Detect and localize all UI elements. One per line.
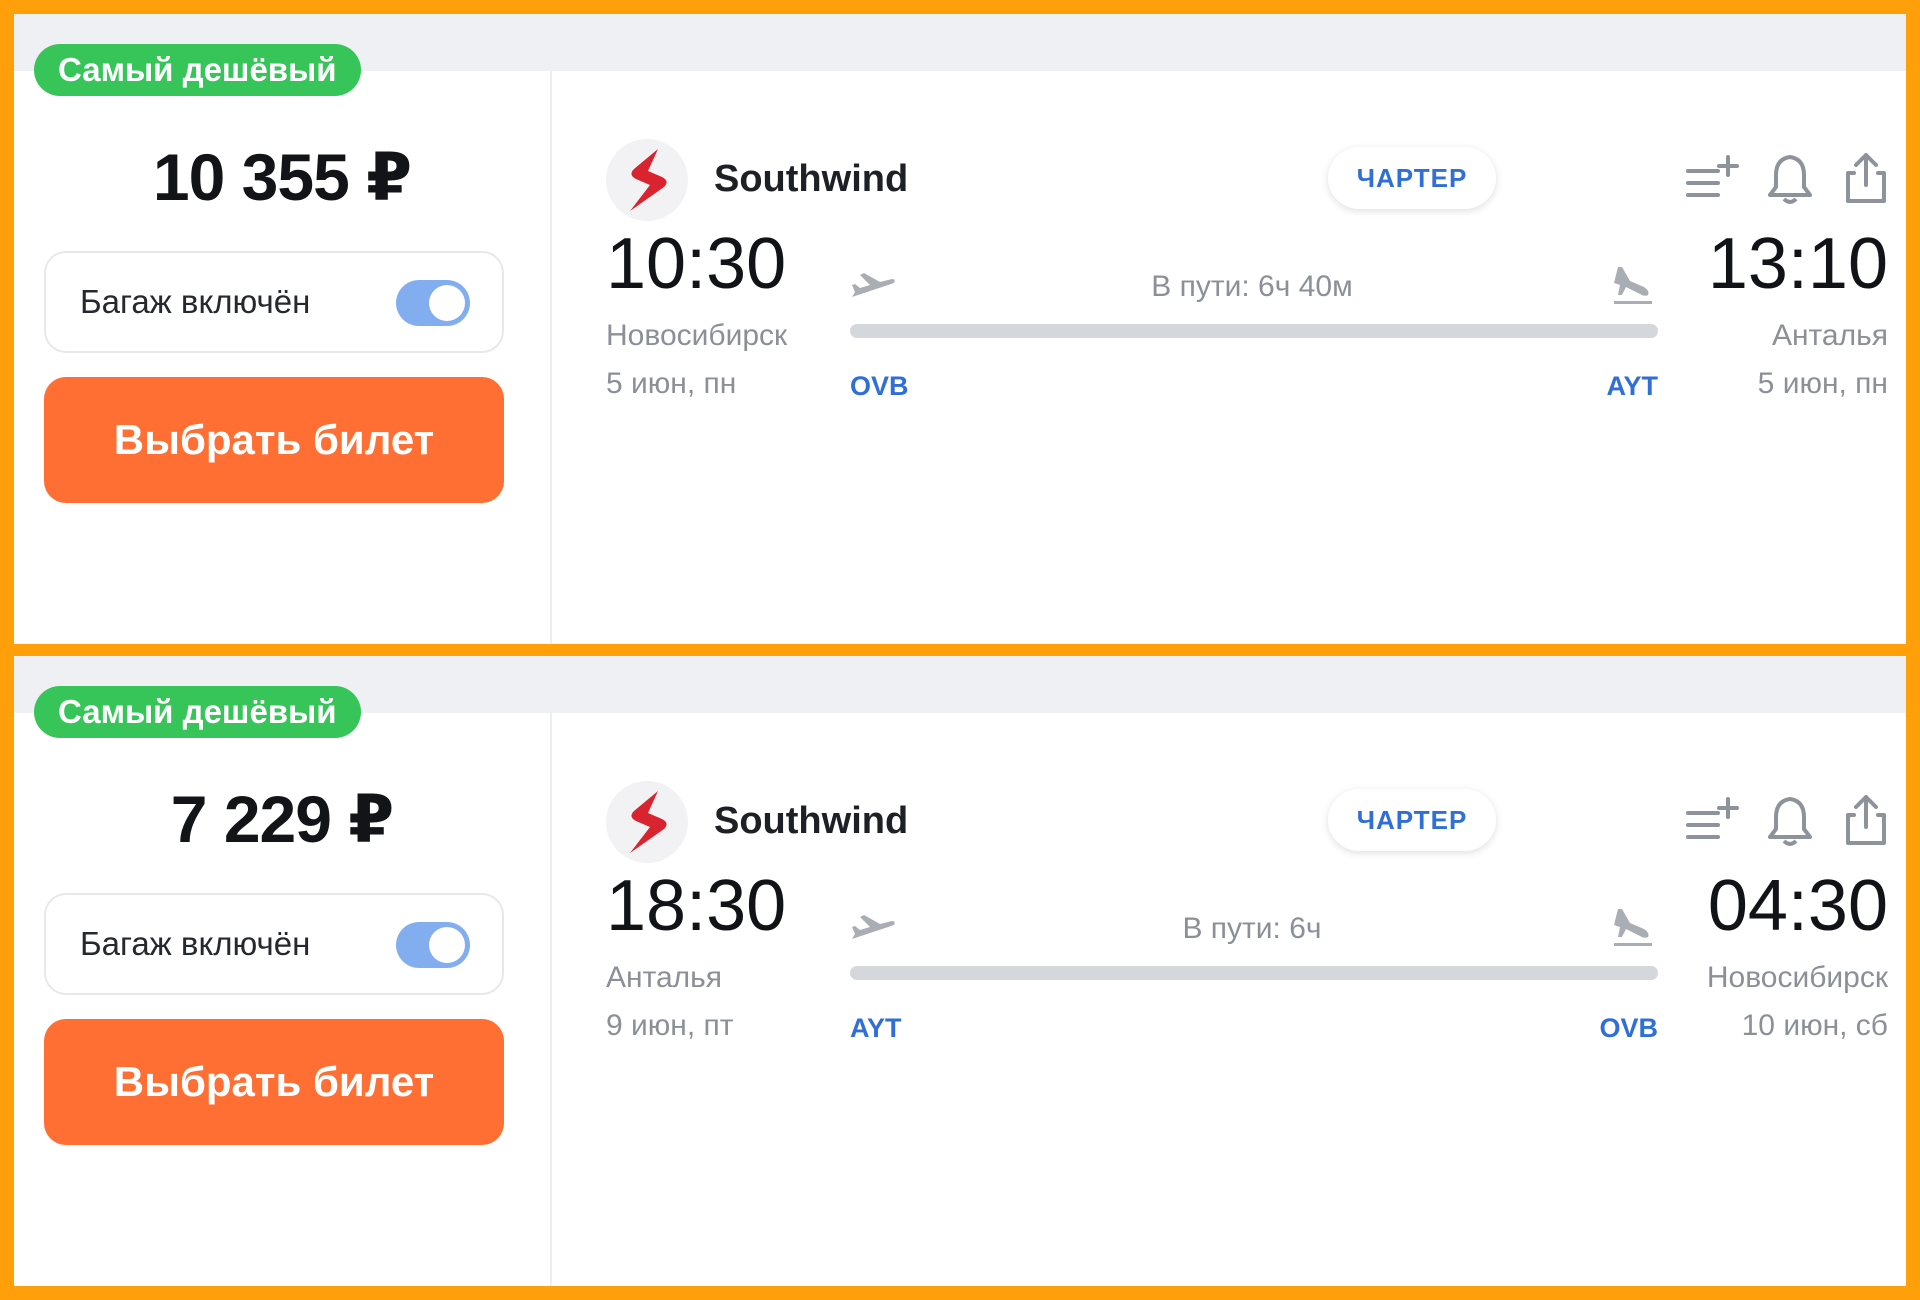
route-line (850, 966, 1658, 980)
airline-logo (606, 139, 688, 221)
flight-duration: В пути: 6ч 40м (1151, 270, 1353, 303)
share-icon[interactable] (1838, 791, 1894, 849)
baggage-toggle-row[interactable]: Багаж включён (44, 893, 504, 995)
route-line (850, 324, 1658, 338)
toggle-knob (429, 927, 465, 963)
flight-details-panel: Southwind ЧАРТЕР 10:30 13:10 Новосибирск… (552, 71, 1906, 644)
airline-logo (606, 781, 688, 863)
destination-airport-code: AYT (1606, 371, 1658, 401)
origin-airport-code: AYT (850, 1013, 902, 1043)
ticket-card-2: 7 229 ₽ Багаж включён Выбрать билет Sout… (14, 656, 1906, 1286)
cheapest-badge: Самый дешёвый (34, 686, 361, 738)
arrival-date: 10 июн, сб (1741, 1009, 1888, 1042)
baggage-toggle[interactable] (396, 280, 470, 326)
charter-badge: ЧАРТЕР (1328, 147, 1496, 209)
departure-city: Анталья (606, 961, 723, 994)
departure-time: 18:30 (606, 866, 787, 946)
select-ticket-button[interactable]: Выбрать билет (44, 377, 504, 503)
airline-name: Southwind (714, 800, 909, 842)
ticket-card-1: 10 355 ₽ Багаж включён Выбрать билет Sou… (14, 14, 1906, 644)
flight-details-panel: Southwind ЧАРТЕР 18:30 04:30 Анталья Нов… (552, 713, 1906, 1286)
arrival-date: 5 июн, пн (1757, 367, 1888, 400)
playlist-add-icon[interactable] (1684, 791, 1740, 849)
baggage-label: Багаж включён (80, 283, 311, 320)
origin-airport-code: OVB (850, 371, 909, 401)
baggage-toggle[interactable] (396, 922, 470, 968)
departure-date: 9 июн, пт (606, 1009, 734, 1042)
departure-date: 5 июн, пн (606, 367, 737, 400)
ticket-price: 10 355 ₽ (152, 140, 412, 214)
departure-city: Новосибирск (606, 319, 788, 352)
departure-time: 10:30 (606, 224, 787, 304)
flight-duration: В пути: 6ч (1182, 912, 1322, 945)
airline-name: Southwind (714, 158, 909, 200)
charter-badge: ЧАРТЕР (1328, 789, 1496, 851)
baggage-toggle-row[interactable]: Багаж включён (44, 251, 504, 353)
bell-icon[interactable] (1762, 149, 1818, 207)
ticket-price: 7 229 ₽ (170, 782, 394, 856)
arrival-city: Анталья (1771, 319, 1888, 352)
cheapest-badge: Самый дешёвый (34, 44, 361, 96)
baggage-label: Багаж включён (80, 925, 311, 962)
ticket-price-panel: 7 229 ₽ Багаж включён Выбрать билет (14, 713, 550, 1286)
bell-icon[interactable] (1762, 791, 1818, 849)
share-icon[interactable] (1838, 149, 1894, 207)
arrival-city: Новосибирск (1706, 961, 1888, 994)
playlist-add-icon[interactable] (1684, 149, 1740, 207)
select-ticket-button[interactable]: Выбрать билет (44, 1019, 504, 1145)
destination-airport-code: OVB (1599, 1013, 1658, 1043)
landing-plane-icon (1608, 261, 1658, 311)
ticket-price-panel: 10 355 ₽ Багаж включён Выбрать билет (14, 71, 550, 644)
toggle-knob (429, 285, 465, 321)
landing-plane-icon (1608, 903, 1658, 953)
